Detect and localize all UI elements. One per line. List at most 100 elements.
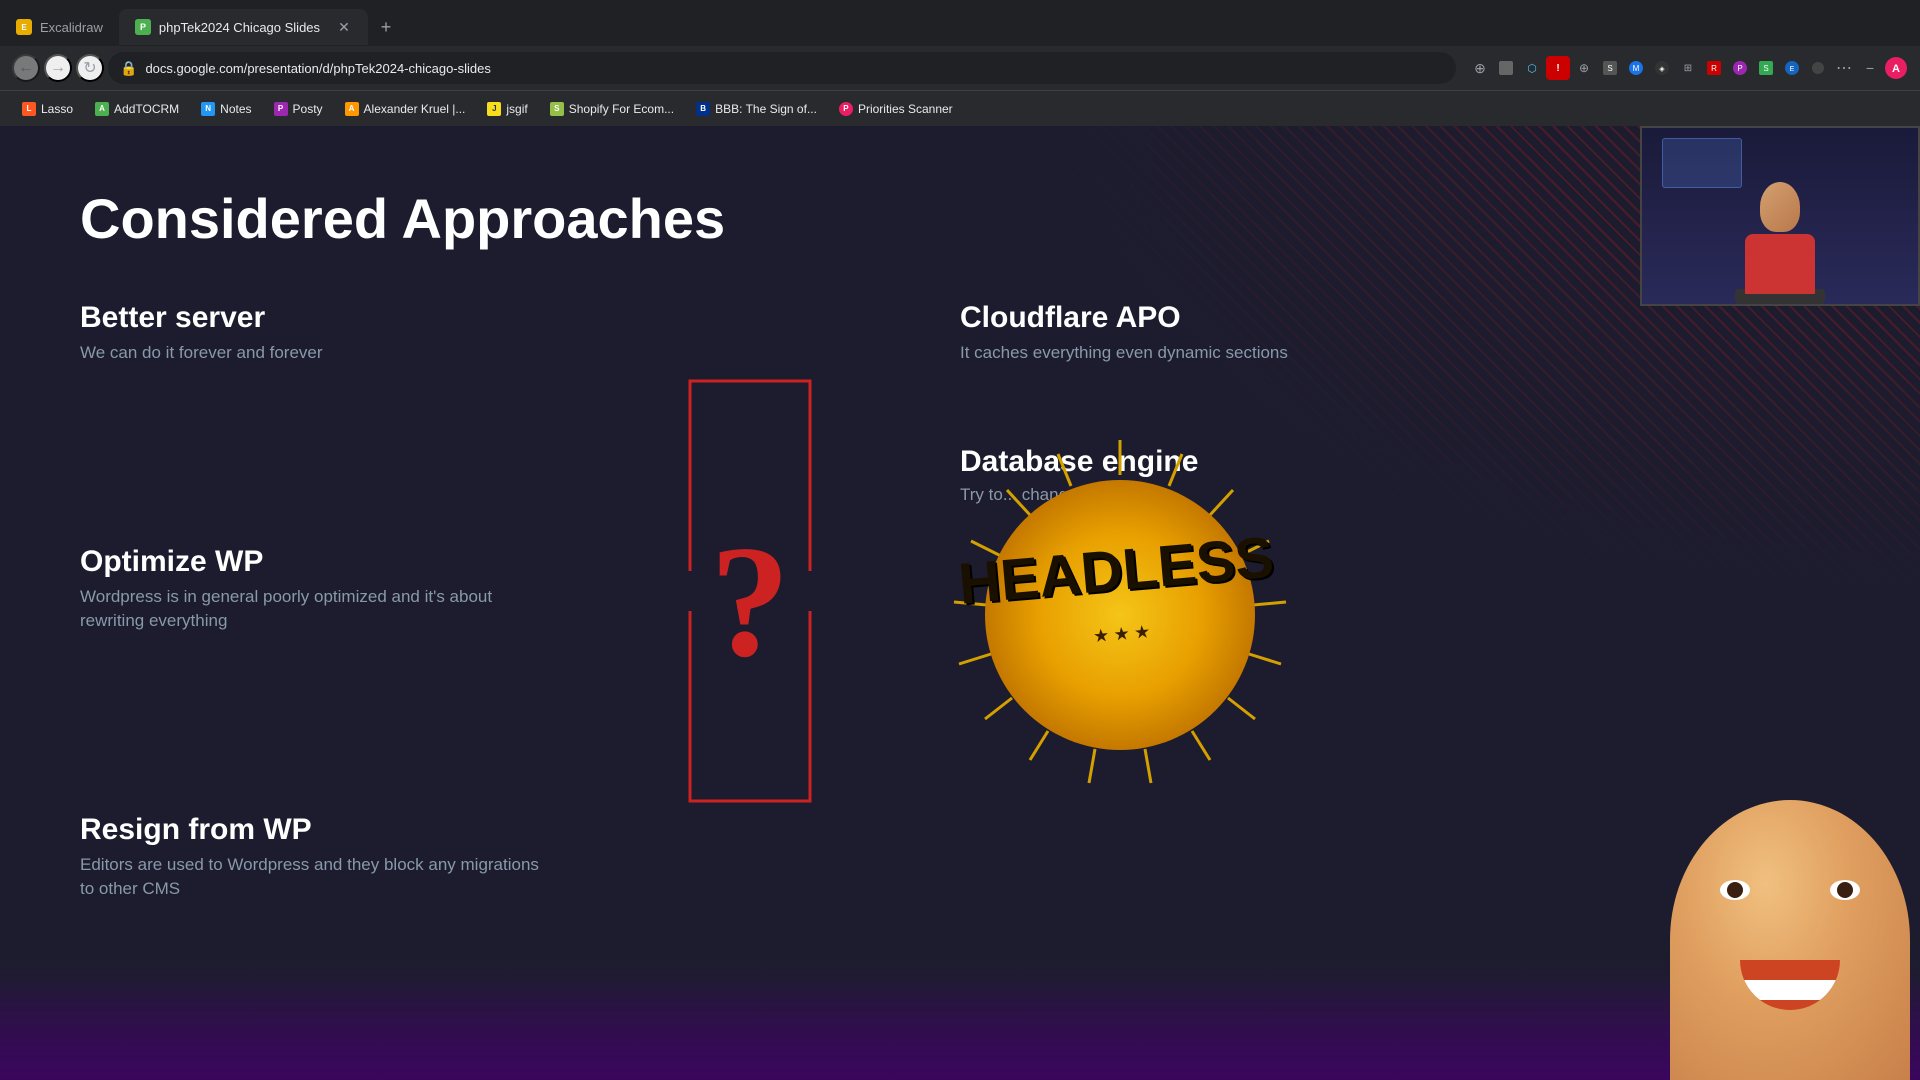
ext-icon-12[interactable]: S (1754, 56, 1778, 80)
webcam-overlay (1640, 126, 1920, 306)
back-button[interactable]: ← (12, 54, 40, 82)
mouth (1740, 960, 1840, 1010)
bookmark-notes[interactable]: N Notes (191, 98, 261, 120)
center-question-mark: ? (710, 529, 790, 673)
ext-icon-5[interactable]: ⊕ (1572, 56, 1596, 80)
sunburst-svg: HEADLESS ★ ★ ★ (930, 425, 1330, 805)
new-tab-button[interactable]: + (372, 13, 400, 41)
person-body (1745, 234, 1815, 294)
bookmark-shopify[interactable]: S Shopify For Ecom... (540, 98, 684, 120)
lock-icon: 🔒 (120, 60, 137, 77)
optimize-wp-title: Optimize WP (80, 545, 540, 579)
face-container (1660, 780, 1920, 1080)
slide-area: Considered Approaches Better server We c… (0, 126, 1920, 1080)
resign-wp-desc: Editors are used to Wordpress and they b… (80, 853, 540, 901)
bookmark-addtocrm-favicon: A (95, 102, 109, 116)
bookmark-lasso[interactable]: L Lasso (12, 98, 83, 120)
person-figure (1745, 182, 1815, 294)
tab-excalidraw-label: Excalidraw (40, 20, 103, 35)
bookmark-priorities[interactable]: P Priorities Scanner (829, 98, 963, 120)
bookmark-alex[interactable]: A Alexander Kruel |... (335, 98, 476, 120)
bookmark-priorities-label: Priorities Scanner (858, 102, 953, 116)
bookmark-lasso-label: Lasso (41, 102, 73, 116)
ext-icon-4[interactable]: ! (1546, 56, 1570, 80)
approach-cloudflare: Cloudflare APO It caches everything even… (960, 301, 1840, 365)
svg-text:R: R (1711, 64, 1717, 73)
svg-text:S: S (1763, 64, 1768, 73)
bookmark-jsgif[interactable]: J jsgif (477, 98, 537, 120)
bookmark-shopify-favicon: S (550, 102, 564, 116)
ext-icon-2[interactable] (1494, 56, 1518, 80)
ext-icon-16[interactable]: − (1858, 56, 1882, 80)
ext-icon-10[interactable]: R (1702, 56, 1726, 80)
bookmark-posty-favicon: P (274, 102, 288, 116)
person-cutout (1640, 760, 1920, 1080)
background-screen (1662, 138, 1742, 188)
slide-title: Considered Approaches (80, 186, 1840, 251)
ext-icon-8[interactable]: ◈ (1650, 56, 1674, 80)
tab-bar: E Excalidraw P phpTek2024 Chicago Slides… (0, 0, 1920, 46)
approach-better-server: Better server We can do it forever and f… (80, 301, 540, 365)
ext-icon-3[interactable]: ⬡ (1520, 56, 1544, 80)
ext-icon-7[interactable]: M (1624, 56, 1648, 80)
svg-text:P: P (1737, 64, 1742, 73)
tab-phptek[interactable]: P phpTek2024 Chicago Slides ✕ (119, 9, 368, 45)
approaches-layout: Better server We can do it forever and f… (80, 301, 1840, 901)
bookmark-bbb-label: BBB: The Sign of... (715, 102, 817, 116)
tab-excalidraw[interactable]: E Excalidraw (0, 9, 119, 45)
browser-toolbar: ← → ↻ 🔒 docs.google.com/presentation/d/p… (0, 46, 1920, 90)
bookmark-jsgif-favicon: J (487, 102, 501, 116)
reload-button[interactable]: ↻ (76, 54, 104, 82)
bookmark-posty-label: Posty (293, 102, 323, 116)
cloudflare-title: Cloudflare APO (960, 301, 1840, 335)
bookmark-alex-favicon: A (345, 102, 359, 116)
ext-icon-11[interactable]: P (1728, 56, 1752, 80)
forward-button[interactable]: → (44, 54, 72, 82)
left-eye (1720, 880, 1750, 900)
right-eye (1830, 880, 1860, 900)
headless-sticker-container: HEADLESS ★ ★ ★ (930, 425, 1330, 805)
cloudflare-desc: It caches everything even dynamic sectio… (960, 341, 1840, 365)
webcam-scene (1642, 128, 1918, 304)
ext-icon-13[interactable]: E (1780, 56, 1804, 80)
svg-text:E: E (21, 23, 27, 32)
tab-phptek-label: phpTek2024 Chicago Slides (159, 20, 320, 35)
bookmark-priorities-favicon: P (839, 102, 853, 116)
ext-icon-6[interactable]: S (1598, 56, 1622, 80)
better-server-desc: We can do it forever and forever (80, 341, 540, 365)
bookmark-jsgif-label: jsgif (506, 102, 527, 116)
profile-icon[interactable]: A (1884, 56, 1908, 80)
ext-icon-9[interactable]: ⊞ (1676, 56, 1700, 80)
left-column: Better server We can do it forever and f… (80, 301, 560, 901)
optimize-wp-desc: Wordpress is in general poorly optimized… (80, 585, 540, 633)
question-mark-symbol: ? (710, 512, 790, 690)
bookmark-lasso-favicon: L (22, 102, 36, 116)
face-shape (1670, 800, 1910, 1080)
bookmark-shopify-label: Shopify For Ecom... (569, 102, 674, 116)
webcam-video (1642, 128, 1918, 304)
main-content: Considered Approaches Better server We c… (0, 126, 1920, 1080)
bookmark-posty[interactable]: P Posty (264, 98, 333, 120)
person-head (1760, 182, 1800, 232)
ext-icon-1[interactable]: ⊕ (1468, 56, 1492, 80)
svg-text:S: S (1607, 64, 1612, 73)
phptek-favicon: P (135, 19, 151, 35)
bookmark-notes-favicon: N (201, 102, 215, 116)
approach-optimize-wp: Optimize WP Wordpress is in general poor… (80, 545, 540, 633)
center-column: ? (560, 301, 940, 901)
bookmark-bbb-favicon: B (696, 102, 710, 116)
browser-window: E Excalidraw P phpTek2024 Chicago Slides… (0, 0, 1920, 126)
slide-content: Considered Approaches Better server We c… (0, 126, 1920, 1080)
ext-icon-14[interactable] (1806, 56, 1830, 80)
svg-text:P: P (140, 22, 146, 32)
address-bar[interactable]: 🔒 docs.google.com/presentation/d/phpTek2… (108, 52, 1456, 84)
bookmark-bbb[interactable]: B BBB: The Sign of... (686, 98, 827, 120)
ext-icon-15[interactable]: ⋯ (1832, 56, 1856, 80)
tab-close-button[interactable]: ✕ (336, 19, 352, 35)
bookmarks-bar: L Lasso A AddTOCRM N Notes P Posty A Ale… (0, 90, 1920, 126)
bookmark-addtocrm-label: AddTOCRM (114, 102, 179, 116)
bookmark-addtocrm[interactable]: A AddTOCRM (85, 98, 189, 120)
address-text: docs.google.com/presentation/d/phpTek202… (145, 61, 1444, 76)
svg-text:◈: ◈ (1659, 66, 1665, 73)
svg-text:M: M (1633, 64, 1640, 73)
